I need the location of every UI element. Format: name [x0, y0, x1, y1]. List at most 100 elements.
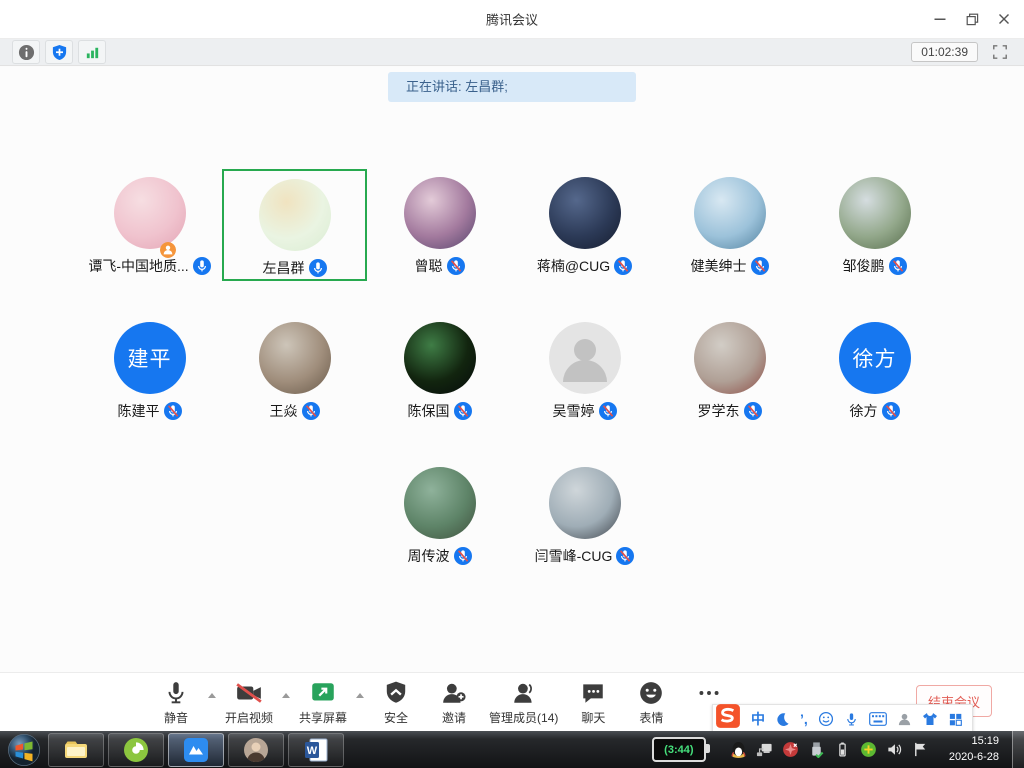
mic-muted-icon — [164, 402, 182, 420]
participant-name-row: 罗学东 — [698, 401, 762, 421]
system-tray: (3:44) 15:19 2020-6-28 — [652, 731, 1024, 768]
sogou-logo-icon[interactable] — [715, 703, 741, 729]
night-mode-icon[interactable] — [775, 712, 790, 727]
participant-tile[interactable]: 健美绅士 — [657, 169, 802, 281]
participant-name-row: 吴雪婷 — [553, 401, 617, 421]
toolbar-camera-off-button[interactable]: 开启视频 — [222, 679, 276, 726]
flag-icon[interactable] — [911, 740, 930, 759]
titlebar: 腾讯会议 — [0, 0, 1024, 39]
restore-button[interactable] — [956, 0, 988, 38]
mic-muted-icon — [599, 402, 617, 420]
qq-icon[interactable] — [729, 740, 748, 759]
caret-up-icon[interactable] — [282, 693, 290, 698]
toolbar-microphone-button[interactable]: 静音 — [150, 679, 202, 726]
taskbar-app-explorer[interactable] — [48, 733, 104, 767]
microphone-icon — [163, 679, 189, 707]
toolbar-button-label: 开启视频 — [225, 709, 273, 726]
participant-name-row: 陈建平 — [118, 401, 182, 421]
battery-timer-badge[interactable]: (3:44) — [652, 737, 706, 762]
participant-tile[interactable]: 邹俊鹏 — [802, 169, 947, 281]
info-icon[interactable] — [12, 40, 40, 64]
participant-grid: 谭飞-中国地质...左昌群曾聪蒋楠@CUG健美绅士邹俊鹏建平陈建平王焱陈保国吴雪… — [0, 67, 1024, 672]
share-screen-icon — [309, 679, 337, 707]
toolbar-security-button[interactable]: 安全 — [370, 679, 422, 726]
tray-icons — [729, 740, 930, 759]
participant-name-row: 陈保国 — [408, 401, 472, 421]
participant-avatar — [694, 322, 766, 394]
taskbar-app-word[interactable]: W — [288, 733, 344, 767]
network-icon[interactable] — [755, 740, 774, 759]
participant-tile[interactable]: 王焱 — [222, 314, 367, 426]
host-badge-icon — [160, 242, 176, 258]
start-button[interactable] — [2, 731, 46, 768]
participant-avatar — [259, 179, 331, 251]
volume-icon[interactable] — [885, 740, 904, 759]
skin-icon[interactable] — [922, 711, 938, 727]
camera-off-icon — [235, 679, 263, 707]
taskbar-app-tencent-meeting[interactable] — [168, 733, 224, 767]
main-area: 正在讲话: 左昌群; 谭飞-中国地质...左昌群曾聪蒋楠@CUG健美绅士邹俊鹏建… — [0, 67, 1024, 672]
minimize-button[interactable] — [924, 0, 956, 38]
participant-name-row: 徐方 — [850, 401, 900, 421]
caret-up-icon[interactable] — [208, 693, 216, 698]
participant-tile[interactable]: 徐方徐方 — [802, 314, 947, 426]
participant-name-row: 邹俊鹏 — [843, 256, 907, 276]
mic-muted-icon — [889, 257, 907, 275]
network-signal-icon[interactable] — [78, 40, 106, 64]
participant-tile[interactable]: 周传波 — [367, 459, 512, 571]
mic-muted-icon — [751, 257, 769, 275]
toolbar-chat-button[interactable]: 聊天 — [567, 679, 619, 726]
participant-avatar — [694, 177, 766, 249]
toolbar-buttons: 静音开启视频 共享屏幕安全邀请管理成员(14)聊天表情 — [150, 679, 735, 726]
window-controls — [924, 0, 1020, 38]
participant-name: 蒋楠@CUG — [537, 256, 610, 276]
toolbox-icon[interactable] — [948, 712, 963, 727]
participant-avatar — [404, 177, 476, 249]
taskbar-clock[interactable]: 15:19 2020-6-28 — [949, 734, 999, 765]
close-button[interactable] — [988, 0, 1020, 38]
tencent-meeting-window: 腾讯会议 01:02:39 正在讲话: 左昌群; 谭飞-中国地质...左昌群曾聪… — [0, 0, 1024, 768]
participant-name: 罗学东 — [698, 401, 740, 421]
fullscreen-button[interactable] — [988, 41, 1012, 63]
battery-icon[interactable] — [833, 740, 852, 759]
toolbar-members-button[interactable]: 管理成员(14) — [486, 679, 561, 726]
security-shield-icon[interactable] — [45, 40, 73, 64]
caret-up-icon[interactable] — [356, 693, 364, 698]
taskbar-app-contacts[interactable] — [228, 733, 284, 767]
bottom-toolbar: 静音开启视频共享屏幕安全邀请管理成员(14)聊天表情 结束会议 中’, — [0, 672, 1024, 732]
participant-tile[interactable]: 谭飞-中国地质... — [77, 169, 222, 281]
participant-avatar — [839, 177, 911, 249]
participant-avatar — [114, 177, 186, 249]
emoji-input-icon[interactable] — [818, 711, 834, 727]
participant-tile[interactable]: 罗学东 — [657, 314, 802, 426]
participant-name: 徐方 — [850, 401, 878, 421]
user-dict-icon[interactable] — [897, 712, 912, 727]
keyboard-icon[interactable] — [869, 712, 887, 726]
participant-name: 陈建平 — [118, 401, 160, 421]
participant-avatar: 建平 — [114, 322, 186, 394]
show-desktop-button[interactable] — [1012, 731, 1024, 768]
participant-tile[interactable]: 建平陈建平 — [77, 314, 222, 426]
participant-avatar — [404, 322, 476, 394]
svg-text:W: W — [307, 745, 318, 757]
participant-tile[interactable]: 蒋楠@CUG — [512, 169, 657, 281]
toolbar-invite-button[interactable]: 邀请 — [428, 679, 480, 726]
participant-name: 周传波 — [408, 546, 450, 566]
participant-tile[interactable]: 陈保国 — [367, 314, 512, 426]
punctuation-icon[interactable]: ’, — [800, 712, 808, 726]
voice-input-icon[interactable] — [844, 712, 859, 727]
toolbar-emoji-button[interactable]: 表情 — [625, 679, 677, 726]
participant-tile[interactable]: 闫雪峰-CUG — [512, 459, 657, 571]
usb-safe-icon[interactable] — [807, 740, 826, 759]
toolbar-share-screen-button[interactable]: 共享屏幕 — [296, 679, 350, 726]
chinese-mode-icon[interactable]: 中 — [751, 712, 765, 726]
participant-avatar — [549, 177, 621, 249]
antivirus-icon[interactable] — [781, 740, 800, 759]
members-icon — [511, 679, 537, 707]
participant-tile[interactable]: 左昌群 — [222, 169, 367, 281]
participant-tile[interactable]: 曾聪 — [367, 169, 512, 281]
participant-tile[interactable]: 吴雪婷 — [512, 314, 657, 426]
taskbar-apps: W — [0, 731, 346, 768]
360-safe-icon[interactable] — [859, 740, 878, 759]
taskbar-app-browser-360[interactable] — [108, 733, 164, 767]
